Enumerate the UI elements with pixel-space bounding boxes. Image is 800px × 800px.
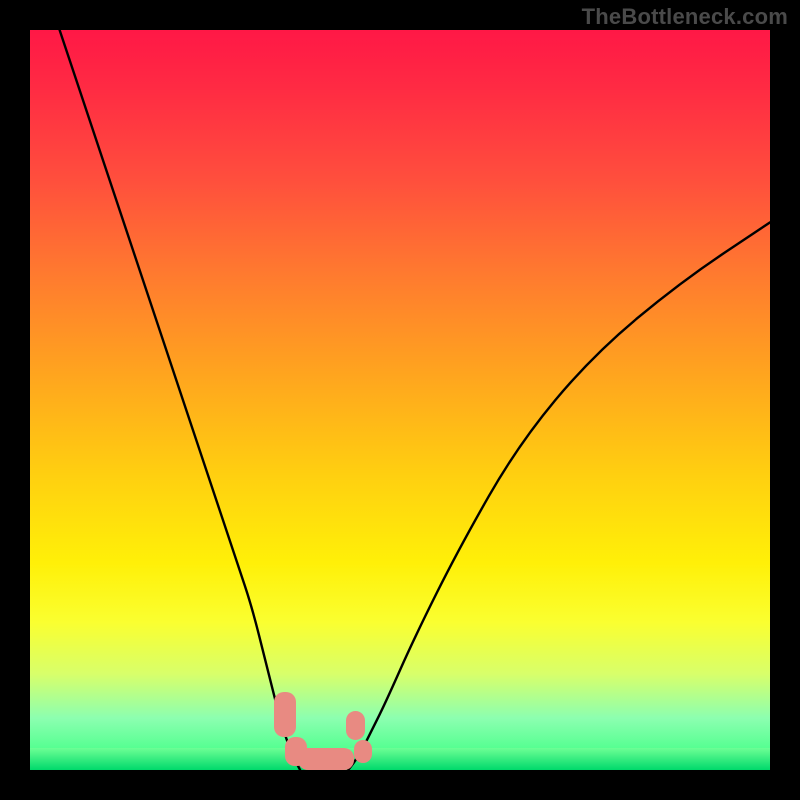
curve-layer (30, 30, 770, 770)
left-blob-lower (285, 737, 307, 767)
curve-right-path (348, 222, 770, 770)
chart-frame: TheBottleneck.com (0, 0, 800, 800)
right-blob-lower (354, 740, 373, 762)
plot-area (30, 30, 770, 770)
watermark-text: TheBottleneck.com (582, 4, 788, 30)
curve-left-path (60, 30, 301, 770)
left-blob-upper (274, 692, 296, 736)
right-blob-upper (346, 711, 365, 741)
